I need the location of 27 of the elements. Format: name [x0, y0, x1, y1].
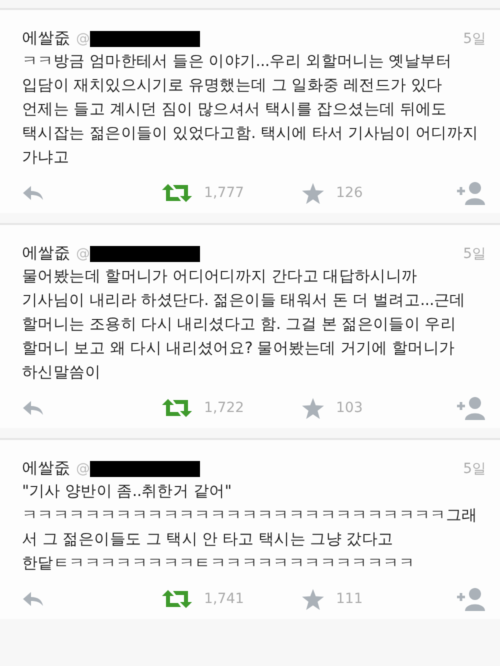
tweet-time: 5일 — [463, 244, 486, 262]
tweet-time: 5일 — [463, 30, 486, 48]
favorite-count: 126 — [336, 185, 363, 201]
favorite-count: 111 — [336, 591, 363, 607]
user-name[interactable]: 에쌀줎 — [22, 458, 70, 479]
retweet-icon[interactable] — [162, 183, 192, 203]
star-icon[interactable] — [302, 182, 324, 204]
favorite-count: 103 — [336, 400, 363, 416]
star-icon[interactable] — [302, 398, 324, 418]
tweet-text: ㅋㅋ방금 엄마한테서 들은 이야기...우리 외할머니는 옛날부터 입담이 재치있으시기로 유명했는데 그 일화중 레전드가 있다 언제는 들고 계시던 짐이 많으셔서 택시를 잡으셨는데 뒤에도 택시잡는 젊은이들이 있었다고함. 택시에 타서 기사님이 어디까지 가냐고 — [22, 51, 480, 168]
retweet-count: 1,777 — [204, 185, 244, 201]
star-icon[interactable] — [302, 588, 324, 610]
user-name[interactable]: 에쌀줎 — [22, 28, 70, 49]
user-name[interactable]: 에쌀줎 — [22, 243, 70, 264]
follow-icon[interactable] — [454, 587, 486, 611]
follow-icon[interactable] — [454, 181, 486, 205]
tweet-text: "기사 양반이 좀..취한거 같어" ㅋㅋㅋㅋㅋㅋㅋㅋㅋㅋㅋㅋㅋㅋㅋㅋㅋㅋㅋㅋㅋㅋㅋㅋㅋㅋㅋ그래 서 그 젊은이들도 그 택시 안 타고 택시는 그냥 갔다고 한닽ㅌㅋㅋㅋㅋㅋㅋㅋㅋㅌㅋㅋㅋㅋㅋㅋㅋㅋㅋㅋㅋㅋㅋ — [22, 481, 478, 574]
retweet-icon[interactable] — [162, 398, 192, 418]
reply-icon[interactable] — [22, 400, 44, 416]
retweet-count: 1,741 — [204, 591, 244, 607]
retweet-icon[interactable] — [162, 589, 192, 609]
follow-icon[interactable] — [454, 396, 486, 420]
tweet-time: 5일 — [463, 460, 486, 478]
reply-icon[interactable] — [22, 591, 44, 607]
tweet-text: 물어봤는데 할머니가 어디어디까지 간다고 대답하시니까 기사님이 내리라 하셨단다. 젊은이들 태워서 돈 더 벌려고...근데 할머니는 조용히 다시 내리셨다고 함. 그걸 본 젊은이들이 우리 할머니 보고 왜 다시 내리셨어요? 물어봤는데 거기에 할머니가 하신말씀이 — [22, 266, 466, 383]
reply-icon[interactable] — [22, 185, 44, 201]
retweet-count: 1,722 — [204, 400, 244, 416]
